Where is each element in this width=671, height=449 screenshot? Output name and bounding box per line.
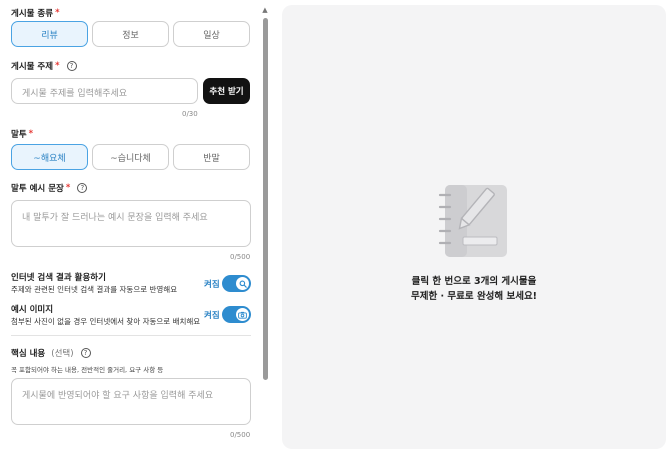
example-image-toggle[interactable]	[222, 306, 251, 323]
example-image-state: 켜짐	[204, 311, 220, 321]
recommend-button[interactable]: 추천 받기	[203, 78, 250, 104]
example-image-description: 첨부된 사진이 없을 경우 인터넷에서 찾아 자동으로 배치해요	[11, 317, 201, 326]
tone-example-counter: 0/500	[230, 253, 251, 261]
web-search-title: 인터넷 검색 결과 활용하기	[11, 273, 106, 283]
help-icon[interactable]: ?	[66, 61, 77, 71]
camera-icon	[236, 308, 249, 321]
scrollbar-thumb[interactable]	[263, 18, 268, 380]
help-icon[interactable]: ?	[77, 183, 88, 193]
topic-label: 게시물 주제 * ?	[11, 60, 77, 72]
help-icon[interactable]: ?	[80, 348, 91, 358]
scroll-up-arrow-icon[interactable]: ▲	[261, 6, 269, 14]
scrollbar[interactable]: ▲	[261, 6, 269, 446]
key-content-description: 꼭 포함되어야 하는 내용, 전반적인 줄거리, 요구 사항 등	[11, 366, 164, 374]
web-search-toggle[interactable]	[222, 275, 251, 292]
search-icon	[236, 277, 249, 290]
tone-option-seumnida[interactable]: ~습니다체	[92, 144, 169, 170]
divider	[11, 335, 251, 336]
tone-label: 말투 *	[11, 129, 34, 140]
key-content-textarea[interactable]: 게시물에 반영되어야 할 요구 사항을 입력해 주세요	[11, 378, 251, 425]
key-content-label: 핵심 내용 (선택) ?	[11, 347, 91, 359]
empty-message-line2: 무제한 · 무료로 완성해 보세요!	[410, 291, 538, 302]
post-type-option-daily[interactable]: 일상	[173, 21, 250, 47]
example-image-title: 예시 이미지	[11, 305, 54, 315]
post-type-option-info[interactable]: 정보	[92, 21, 169, 47]
topic-counter: 0/30	[182, 110, 198, 118]
write-document-icon	[437, 181, 519, 265]
web-search-description: 주제와 관련된 인터넷 검색 결과를 자동으로 반영해요	[11, 285, 178, 294]
tone-option-haeyo[interactable]: ~해요체	[11, 144, 88, 170]
topic-input[interactable]: 게시물 주제를 입력해주세요	[11, 78, 198, 104]
key-content-counter: 0/500	[230, 431, 251, 439]
tone-example-label: 말투 예시 문장 * ?	[11, 182, 88, 194]
web-search-state: 켜짐	[204, 280, 220, 290]
post-type-label: 게시물 종류 *	[11, 8, 60, 19]
post-type-option-review[interactable]: 리뷰	[11, 21, 88, 47]
preview-panel: 클릭 한 번으로 3개의 게시물을 무제한 · 무료로 완성해 보세요!	[282, 5, 666, 449]
form-panel: 게시물 종류 * 리뷰 정보 일상 게시물 주제 * ? 게시물 주제를 입력해…	[0, 0, 262, 449]
empty-message-line1: 클릭 한 번으로 3개의 게시물을	[411, 276, 537, 287]
tone-option-banmal[interactable]: 반말	[173, 144, 250, 170]
tone-example-textarea[interactable]: 내 말투가 잘 드러나는 예시 문장을 입력해 주세요	[11, 200, 251, 247]
